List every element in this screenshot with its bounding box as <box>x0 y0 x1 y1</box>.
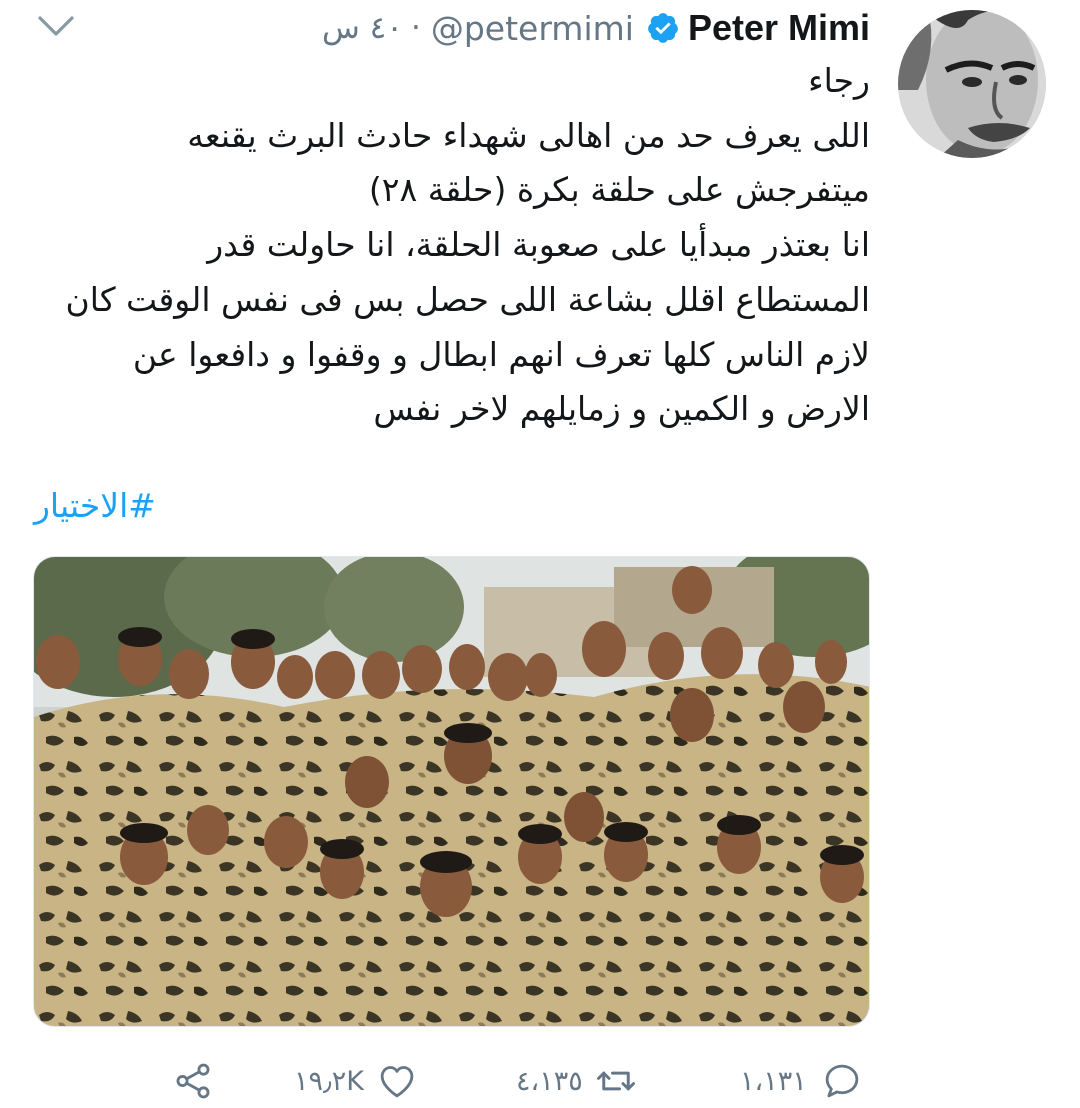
retweet-icon <box>596 1071 635 1091</box>
like-button[interactable]: ١٩٫٢K <box>294 1058 418 1104</box>
chevron-down-icon[interactable] <box>36 12 76 40</box>
reply-button[interactable]: ١،١٣١ <box>740 1058 863 1104</box>
retweet-button[interactable]: ٤،١٣٥ <box>516 1058 637 1104</box>
avatar-image <box>898 10 1046 158</box>
tweet-text-line: اللى يعرف حد من اهالى شهداء حادث البرث ي… <box>187 115 870 155</box>
like-count: ١٩٫٢K <box>294 1065 364 1097</box>
verified-badge-icon <box>648 13 678 43</box>
reply-icon <box>825 1064 859 1098</box>
author-handle[interactable]: @petermimi <box>431 9 634 48</box>
hashtag-link[interactable]: #الاختيار <box>34 486 156 525</box>
tweet[interactable]: ٤٠ س · @petermimi Peter Mimi رجاء اللى ي… <box>0 0 1080 1108</box>
share-icon <box>176 1063 210 1099</box>
share-button[interactable] <box>172 1058 214 1104</box>
tweet-time[interactable]: ٤٠ س <box>322 10 403 46</box>
heart-icon <box>380 1066 414 1098</box>
tweet-media-photo[interactable] <box>33 556 870 1027</box>
tweet-text-line: الارض و الكمين و زمايلهم لاخر نفس <box>373 389 870 429</box>
tweet-text-line: انا بعتذر مبدأيا على صعوبة الحلقة، انا ح… <box>207 225 870 265</box>
tweet-text-line: المستطاع اقلل بشاعة اللى حصل بس فى نفس ا… <box>65 279 870 319</box>
author-name[interactable]: Peter Mimi <box>688 7 870 49</box>
tweet-text-line: رجاء <box>808 61 870 100</box>
tweet-text: رجاء اللى يعرف حد من اهالى شهداء حادث ال… <box>40 54 870 437</box>
soldiers-group-photo <box>34 557 869 1026</box>
separator-dot: · <box>410 10 421 46</box>
avatar[interactable] <box>898 10 1046 158</box>
tweet-text-line: لازم الناس كلها تعرف انهم ابطال و وقفوا … <box>132 334 870 374</box>
reply-count: ١،١٣١ <box>740 1065 807 1097</box>
tweet-text-line: ميتفرجش على حلقة بكرة (حلقة ٢٨) <box>368 170 870 210</box>
retweet-count: ٤،١٣٥ <box>516 1065 583 1097</box>
tweet-header: ٤٠ س · @petermimi Peter Mimi <box>280 6 870 50</box>
